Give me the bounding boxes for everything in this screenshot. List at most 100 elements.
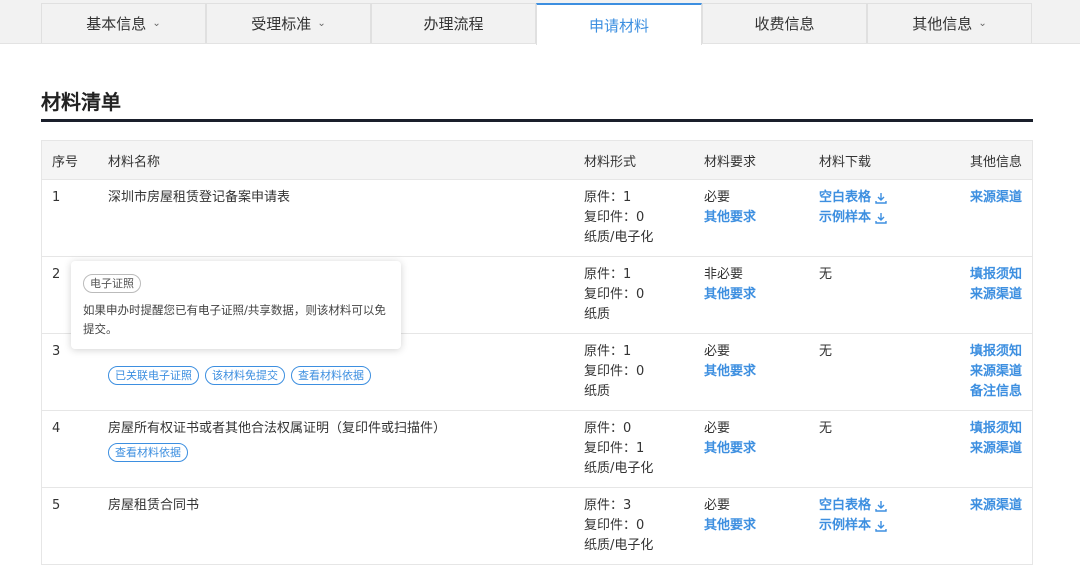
row-name-cell: 房屋所有权证书或者其他合法权属证明（复印件或扫描件） 查看材料依据 — [108, 410, 584, 488]
linked-e-license-tag[interactable]: 已关联电子证照 — [108, 366, 199, 385]
tab-other-info[interactable]: 其他信息 ⌄ — [867, 3, 1032, 43]
form-copy: 复印件：0 — [584, 287, 645, 302]
form-copy: 复印件：1 — [584, 441, 645, 456]
fill-instructions-link[interactable]: 填报须知 — [969, 265, 1022, 285]
blank-form-download-link[interactable]: 空白表格 — [819, 496, 969, 516]
table-row: 4 房屋所有权证书或者其他合法权属证明（复印件或扫描件） 查看材料依据 原件：0… — [41, 410, 1033, 488]
other-requirements-link[interactable]: 其他要求 — [704, 285, 819, 305]
sample-download-link[interactable]: 示例样本 — [819, 208, 969, 228]
tag-group: 查看材料依据 — [108, 443, 584, 463]
requirement-text: 必要 — [704, 190, 731, 205]
exempt-submission-tag[interactable]: 该材料免提交 — [205, 366, 285, 385]
chevron-down-icon: ⌄ — [152, 18, 161, 29]
fill-instructions-link[interactable]: 填报须知 — [969, 419, 1022, 439]
source-channel-link[interactable]: 来源渠道 — [969, 439, 1022, 459]
row-name-cell: 深圳市房屋租赁登记备案申请表 — [108, 179, 584, 257]
row-other-cell: 填报须知 来源渠道 — [969, 410, 1033, 488]
view-basis-tag[interactable]: 查看材料依据 — [291, 366, 371, 385]
form-original: 原件：1 — [584, 267, 632, 282]
row-req-cell: 必要 其他要求 — [704, 410, 819, 488]
tab-process[interactable]: 办理流程 — [371, 3, 536, 43]
other-requirements-link[interactable]: 其他要求 — [704, 516, 819, 536]
tab-label: 受理标准 — [251, 15, 312, 33]
row-form-cell: 原件：0 复印件：1 纸质/电子化 — [584, 410, 704, 488]
source-channel-link[interactable]: 来源渠道 — [969, 496, 1022, 516]
form-original: 原件：1 — [584, 190, 632, 205]
header-form: 材料形式 — [584, 140, 704, 180]
row-download-cell: 空白表格 示例样本 — [819, 487, 969, 565]
other-requirements-link[interactable]: 其他要求 — [704, 208, 819, 228]
tab-label: 收费信息 — [754, 15, 815, 33]
table-row: 1 深圳市房屋租赁登记备案申请表 原件：1 复印件：0 纸质/电子化 必要 其他… — [41, 179, 1033, 257]
row-form-cell: 原件：3 复印件：0 纸质/电子化 — [584, 487, 704, 565]
row-no: 4 — [41, 410, 108, 488]
row-form-cell: 原件：1 复印件：0 纸质 — [584, 333, 704, 411]
requirement-text: 必要 — [704, 344, 731, 359]
tab-fees[interactable]: 收费信息 — [702, 3, 867, 43]
tab-application-materials[interactable]: 申请材料 — [536, 3, 702, 45]
row-other-cell: 来源渠道 — [969, 487, 1033, 565]
blank-form-download-link[interactable]: 空白表格 — [819, 188, 969, 208]
form-copy: 复印件：0 — [584, 210, 645, 225]
form-medium: 纸质/电子化 — [584, 230, 654, 245]
material-name: 房屋所有权证书或者其他合法权属证明（复印件或扫描件） — [108, 421, 447, 436]
row-form-cell: 原件：1 复印件：0 纸质 — [584, 256, 704, 334]
materials-table: 序号 材料名称 材料形式 材料要求 材料下载 其他信息 1 深圳市房屋租赁登记备… — [41, 140, 1033, 565]
tab-label: 其他信息 — [912, 15, 973, 33]
tab-label: 申请材料 — [588, 16, 649, 35]
source-channel-link[interactable]: 来源渠道 — [969, 285, 1022, 305]
e-license-tooltip: 电子证照 如果申办时提醒您已有电子证照/共享数据，则该材料可以免提交。 — [71, 261, 401, 349]
form-copy: 复印件：0 — [584, 518, 645, 533]
form-original: 原件：0 — [584, 421, 632, 436]
header-name: 材料名称 — [108, 140, 584, 180]
download-none: 无 — [819, 421, 833, 436]
link-label: 示例样本 — [819, 518, 872, 533]
form-medium: 纸质/电子化 — [584, 461, 654, 476]
link-label: 空白表格 — [819, 498, 872, 513]
tag-group: 已关联电子证照 该材料免提交 查看材料依据 — [108, 366, 584, 386]
material-name: 深圳市房屋租赁登记备案申请表 — [108, 190, 291, 205]
chevron-down-icon: ⌄ — [978, 18, 987, 29]
chevron-down-icon: ⌄ — [317, 18, 326, 29]
form-original: 原件：3 — [584, 498, 632, 513]
row-download-cell: 无 — [819, 410, 969, 488]
row-other-cell: 填报须知 来源渠道 备注信息 — [969, 333, 1033, 411]
view-basis-tag[interactable]: 查看材料依据 — [108, 443, 188, 462]
row-name-cell: 房屋租赁合同书 — [108, 487, 584, 565]
other-requirements-link[interactable]: 其他要求 — [704, 439, 819, 459]
row-req-cell: 必要 其他要求 — [704, 487, 819, 565]
header-other: 其他信息 — [969, 140, 1033, 180]
header-requirement: 材料要求 — [704, 140, 819, 180]
form-medium: 纸质 — [584, 384, 611, 399]
tab-basic-info[interactable]: 基本信息 ⌄ — [41, 3, 206, 43]
source-channel-link[interactable]: 来源渠道 — [969, 188, 1022, 208]
row-download-cell: 无 — [819, 333, 969, 411]
source-channel-link[interactable]: 来源渠道 — [969, 362, 1022, 382]
sample-download-link[interactable]: 示例样本 — [819, 516, 969, 536]
other-requirements-link[interactable]: 其他要求 — [704, 362, 819, 382]
table-header-row: 序号 材料名称 材料形式 材料要求 材料下载 其他信息 — [41, 140, 1033, 180]
row-req-cell: 非必要 其他要求 — [704, 256, 819, 334]
remarks-link[interactable]: 备注信息 — [969, 382, 1022, 402]
tab-acceptance-criteria[interactable]: 受理标准 ⌄ — [206, 3, 371, 43]
row-form-cell: 原件：1 复印件：0 纸质/电子化 — [584, 179, 704, 257]
download-none: 无 — [819, 267, 833, 282]
link-label: 空白表格 — [819, 190, 872, 205]
download-icon — [875, 520, 887, 532]
download-icon — [875, 212, 887, 224]
tab-label: 办理流程 — [423, 15, 484, 33]
row-req-cell: 必要 其他要求 — [704, 333, 819, 411]
form-medium: 纸质/电子化 — [584, 538, 654, 553]
material-name: 房屋租赁合同书 — [108, 498, 200, 513]
tooltip-text: 如果申办时提醒您已有电子证照/共享数据，则该材料可以免提交。 — [83, 303, 386, 336]
requirement-text: 必要 — [704, 421, 731, 436]
requirement-text: 非必要 — [704, 267, 744, 282]
header-download: 材料下载 — [819, 140, 969, 180]
section-title: 材料清单 — [41, 90, 121, 114]
form-medium: 纸质 — [584, 307, 611, 322]
fill-instructions-link[interactable]: 填报须知 — [969, 342, 1022, 362]
row-req-cell: 必要 其他要求 — [704, 179, 819, 257]
header-no: 序号 — [41, 140, 108, 180]
download-icon — [875, 192, 887, 204]
title-divider — [41, 119, 1033, 122]
